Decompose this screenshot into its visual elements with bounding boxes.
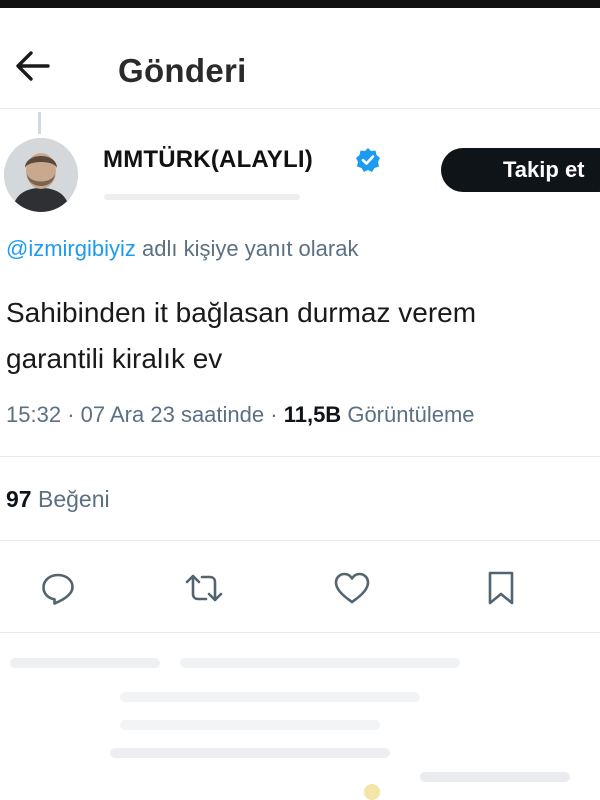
page-title: Gönderi [118,52,247,89]
stats-divider [0,540,600,541]
reply-icon [42,573,74,605]
reply-context: @izmirgibiyiz adlı kişiye yanıt olarak [6,236,358,262]
meta-separator: · [270,402,278,427]
author-handle-blurred [104,194,300,200]
likes-stat[interactable]: 97 Beğeni [6,486,110,513]
arrow-left-icon [16,51,50,81]
back-button[interactable] [12,46,52,86]
follow-button[interactable]: Takip et [441,148,600,192]
tweet-text-line: garantili kiralık ev [6,343,223,374]
blurred-reply-area [10,658,570,800]
bookmark-icon [488,571,514,605]
tweet-date[interactable]: 07 Ara 23 saatinde [81,402,264,427]
thread-line [38,112,41,134]
views-label: Görüntüleme [347,402,475,427]
tweet-meta: 15:32 · 07 Ara 23 saatinde · 11,5B Görün… [6,402,475,428]
views-count: 11,5B [283,402,342,427]
retweet-button[interactable] [184,568,224,608]
retweet-icon [185,574,223,602]
status-bar [0,0,600,8]
meta-separator: · [67,402,75,427]
author-name[interactable]: MMTÜRK(ALAYLI) [103,146,313,174]
reply-mention-link[interactable]: @izmirgibiyiz [6,236,136,261]
header: Gönderi [0,8,600,108]
likes-count: 97 [6,486,32,512]
tweet-time[interactable]: 15:32 [6,402,61,427]
tweet-text-line: Sahibinden it bağlasan durmaz verem [6,297,477,328]
actions-divider [0,632,600,633]
reply-button[interactable] [38,568,78,608]
verified-badge-icon [355,147,381,173]
like-button[interactable] [332,568,372,608]
meta-divider [0,456,600,457]
avatar[interactable] [4,138,78,212]
header-divider [0,108,600,109]
reply-context-text: adlı kişiye yanıt olarak [142,236,359,261]
like-icon [334,572,370,604]
avatar-image [4,138,78,212]
tweet-text: Sahibinden it bağlasan durmaz verem gara… [6,290,600,382]
bookmark-button[interactable] [481,568,521,608]
likes-label: Beğeni [37,486,110,512]
